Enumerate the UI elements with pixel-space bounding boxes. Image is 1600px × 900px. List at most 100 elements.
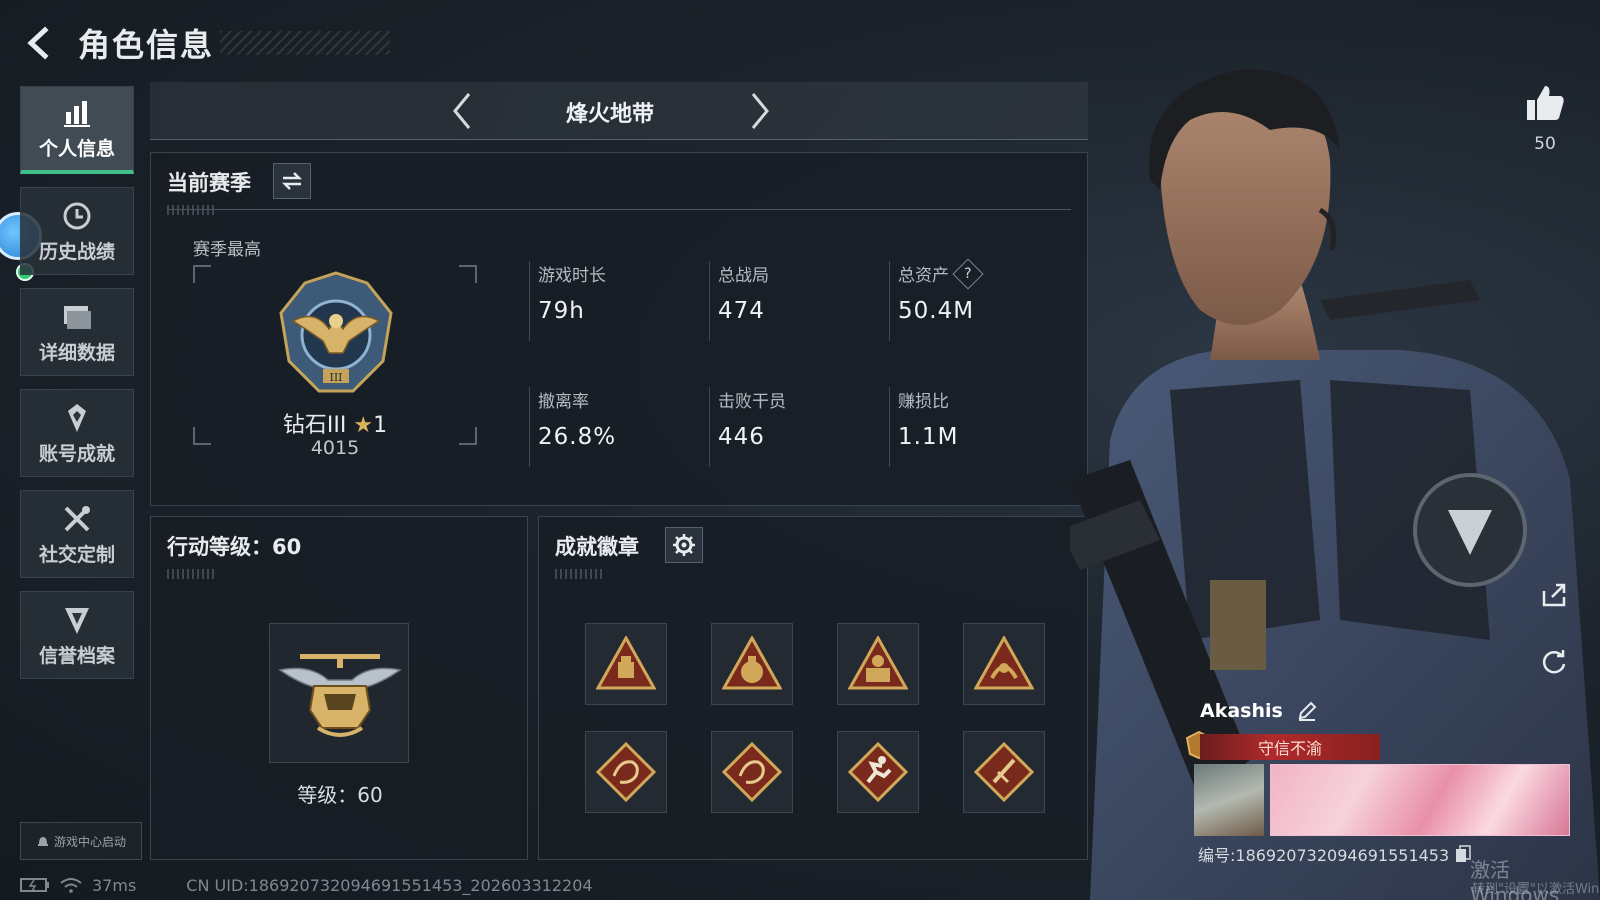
bar-chart-icon — [64, 101, 90, 127]
launch-label: 游戏中心启动 — [53, 834, 126, 849]
stat-label: 击败干员 — [718, 392, 786, 412]
runner-badge-icon — [848, 742, 908, 802]
knife-badge-icon — [974, 742, 1034, 802]
achievement-badge[interactable] — [963, 623, 1045, 705]
refresh-icon — [1542, 650, 1566, 674]
stat-value: 50.4M — [898, 298, 975, 324]
sidebar-item-history[interactable]: 历史战绩 — [20, 187, 134, 275]
rank-name-row: 钻石III ★1 — [193, 407, 477, 439]
stat-total-assets: 总资产 ? 50.4M — [889, 257, 1059, 341]
action-level-heading: 行动等级：60 — [167, 535, 302, 559]
sidebar-item-personal-info[interactable]: 个人信息 — [20, 86, 134, 174]
card-banner-left — [1194, 764, 1264, 836]
page-title: 角色信息 — [78, 26, 215, 64]
season-best-label: 赛季最高 — [193, 240, 261, 260]
player-id: 编号:1869207320946915514​53 — [1198, 846, 1450, 865]
achievement-badge[interactable] — [837, 623, 919, 705]
achievement-badge[interactable] — [585, 623, 667, 705]
stat-value: 1.1M — [898, 424, 959, 450]
like-button[interactable] — [1520, 80, 1570, 126]
achievement-badges-panel: 成就徽章 — [538, 516, 1088, 860]
windows-activation-subtext: 转到"设置"以激活Windows。 — [1472, 882, 1600, 897]
decoration-lines — [167, 569, 217, 579]
sidebar-item-credit-record[interactable]: 信誉档案 — [20, 591, 134, 679]
help-icon[interactable]: ? — [952, 257, 984, 290]
wifi-icon — [60, 878, 82, 893]
stat-label: 撤离率 — [538, 392, 589, 412]
decoration-lines — [167, 205, 217, 215]
rank-score: 4015 — [310, 437, 360, 459]
action-level-panel: 行动等级：60 等级：60 — [150, 516, 528, 860]
action-level-text: 等级：60 — [297, 783, 383, 807]
sidebar-item-achievements[interactable]: 账号成就 — [20, 389, 134, 477]
card-banner-image — [1270, 764, 1570, 836]
tools-icon — [64, 505, 90, 531]
gear-icon — [673, 534, 695, 556]
rank-name: 钻石III — [282, 413, 347, 438]
s6-badge-icon — [848, 636, 908, 690]
credit-shield-icon — [65, 607, 89, 634]
sidebar-item-detailed-data[interactable]: 详细数据 — [20, 288, 134, 376]
star-icon: ★ — [353, 413, 374, 438]
decoration-lines — [555, 569, 605, 579]
stat-extraction-rate: 撤离率 26.8% — [529, 387, 699, 467]
current-season-panel: 当前赛季 赛季最高 III 钻石III ★1 4015 游戏时长 79h 总战局… — [150, 152, 1088, 506]
sidebar-item-social-custom[interactable]: 社交定制 — [20, 490, 134, 578]
sidebar: 个人信息 历史战绩 详细数据 账号成就 社交定制 信誉档案 — [20, 86, 134, 692]
action-level-emblem — [269, 623, 409, 763]
frame-corner — [193, 265, 211, 283]
achievement-badge[interactable] — [711, 623, 793, 705]
frame-corner — [459, 265, 477, 283]
dragon-badge-icon — [722, 742, 782, 802]
badges-heading: 成就徽章 — [555, 535, 639, 559]
stat-value: 446 — [718, 424, 765, 450]
player-title-badge: 守信不渝 — [1200, 734, 1380, 760]
stat-operators-defeated: 击败干员 446 — [709, 387, 879, 467]
sidebar-item-label: 详细数据 — [38, 341, 115, 364]
stat-label-row: 总资产 ? — [898, 257, 1059, 290]
achievement-badge[interactable] — [711, 731, 793, 813]
back-button[interactable] — [20, 23, 60, 63]
sidebar-item-label: 个人信息 — [38, 138, 115, 160]
sidebar-item-label: 社交定制 — [38, 543, 115, 566]
back-arrow-icon — [27, 26, 49, 60]
battery-icon — [20, 878, 49, 892]
player-card: Akashis 守信不渝 — [1180, 700, 1580, 850]
achievement-badge[interactable] — [963, 731, 1045, 813]
uid-text: CN UID:186920732094691551453_20260331220… — [186, 875, 593, 895]
dragon-badge-icon — [596, 742, 656, 802]
helicopter-wings-icon — [278, 654, 402, 737]
game-center-launch-button[interactable]: 游戏中心启动 — [20, 822, 142, 860]
mode-next-button[interactable] — [740, 90, 780, 132]
stat-play-time: 游戏时长 79h — [529, 261, 699, 341]
mode-prev-button[interactable] — [442, 90, 482, 132]
mode-selector: 烽火地带 — [150, 82, 1088, 140]
rank-star-count: 1 — [373, 413, 388, 438]
stat-value: 79h — [538, 298, 585, 324]
mode-title: 烽火地带 — [565, 102, 654, 127]
sidebar-item-label: 信誉档案 — [38, 644, 115, 667]
stat-label: 总战局 — [718, 266, 769, 286]
stat-value: 26.8% — [538, 424, 617, 450]
rank-display: III 钻石III ★1 4015 — [193, 265, 477, 459]
share-button[interactable] — [1534, 575, 1574, 615]
sidebar-item-label: 账号成就 — [38, 442, 115, 465]
achievement-icon — [68, 403, 86, 432]
money-bag-badge-icon — [722, 636, 782, 690]
edit-pencil-icon[interactable] — [1297, 701, 1317, 721]
player-name: Akashis — [1200, 700, 1283, 722]
badge-settings-button[interactable] — [665, 527, 703, 563]
copy-icon[interactable] — [1455, 845, 1471, 863]
achievement-badge[interactable] — [837, 731, 919, 813]
svg-text:III: III — [329, 371, 342, 384]
achievement-badge[interactable] — [585, 731, 667, 813]
stat-label: 游戏时长 — [538, 266, 606, 286]
season-switch-button[interactable] — [273, 163, 311, 199]
season-divider — [167, 209, 1071, 210]
history-clock-icon — [63, 202, 91, 229]
rotate-model-button[interactable] — [1534, 642, 1574, 682]
player-name-row: Akashis — [1200, 700, 1317, 722]
season-heading: 当前赛季 — [167, 171, 251, 195]
supply-crate-badge-icon — [596, 636, 656, 690]
ping-value: 37ms — [92, 875, 137, 895]
